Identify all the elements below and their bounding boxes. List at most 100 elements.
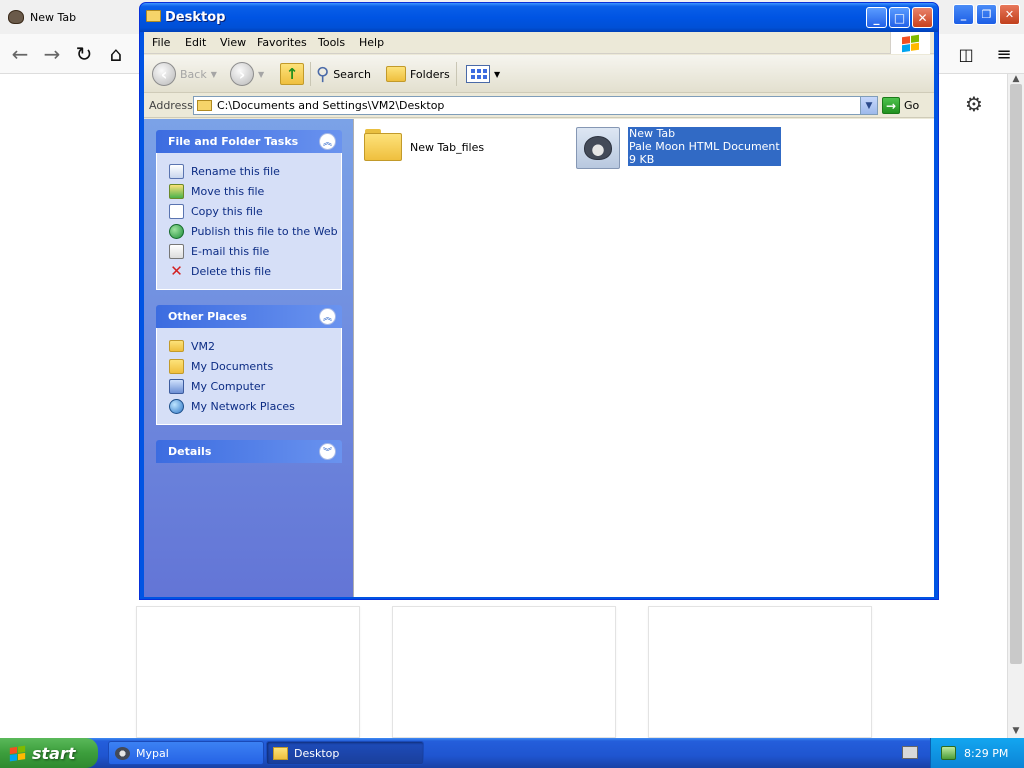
task-delete-file[interactable]: ✕ Delete this file (169, 261, 341, 281)
network-globe-icon (169, 398, 184, 414)
delete-x-icon: ✕ (170, 261, 183, 280)
file-details-selected: New Tab Pale Moon HTML Document 9 KB (628, 127, 781, 166)
browser-home-icon[interactable]: ⌂ (102, 40, 130, 68)
speed-dial-tile[interactable] (648, 606, 872, 738)
panel-header[interactable]: Other Places ︽ (156, 305, 342, 328)
panel-header[interactable]: File and Folder Tasks ︽ (156, 130, 342, 153)
task-label: Copy this file (191, 204, 263, 218)
windows-flag-icon (9, 745, 26, 761)
views-dropdown-icon: ▼ (494, 69, 501, 79)
browser-sidebar-icon[interactable]: ◫ (952, 40, 980, 68)
search-button[interactable]: ⚲ Search (316, 61, 371, 87)
back-label: Back (180, 67, 207, 81)
toolbar-separator (310, 62, 311, 86)
scroll-down-icon[interactable]: ▼ (1010, 726, 1022, 736)
panel-header[interactable]: Details ︾ (156, 440, 342, 463)
address-input[interactable]: C:\Documents and Settings\VM2\Desktop ▼ (193, 96, 878, 115)
folder-icon (364, 129, 402, 161)
explorer-title-bar[interactable]: Desktop _ □ ✕ (140, 3, 938, 32)
close-button[interactable]: ✕ (912, 7, 933, 28)
file-list-view[interactable]: New Tab_files New Tab Pale Moon HTML Doc… (353, 119, 934, 597)
taskbar-item-mypal[interactable]: Mypal (108, 741, 264, 765)
minimize-button[interactable]: _ (866, 7, 887, 28)
keyboard-language-icon[interactable] (902, 746, 918, 759)
mypal-icon (115, 746, 130, 760)
details-panel: Details ︾ (156, 440, 342, 463)
task-copy-file[interactable]: Copy this file (169, 201, 341, 221)
place-vm2[interactable]: VM2 (169, 336, 341, 356)
menu-edit[interactable]: Edit (185, 36, 206, 49)
back-button[interactable]: ‹ Back ▼ (152, 61, 217, 87)
address-dropdown-icon[interactable]: ▼ (860, 97, 877, 114)
newtab-settings-gear-icon[interactable]: ⚙ (965, 92, 983, 116)
scrollbar-thumb[interactable] (1010, 84, 1022, 664)
window-controls: _ □ ✕ (866, 7, 933, 28)
place-my-documents[interactable]: My Documents (169, 356, 341, 376)
collapse-chevron-icon[interactable]: ︽ (319, 308, 336, 325)
place-my-network-places[interactable]: My Network Places (169, 396, 341, 416)
standard-toolbar: ‹ Back ▼ › ▼ ↑ ⚲ Search Folders ▼ (144, 55, 934, 93)
forward-button[interactable]: › ▼ (230, 61, 264, 87)
expand-chevron-icon[interactable]: ︾ (319, 443, 336, 460)
folder-icon (169, 340, 184, 352)
file-item-html[interactable]: New Tab Pale Moon HTML Document 9 KB (576, 127, 781, 169)
globe-icon (169, 223, 184, 239)
move-icon (169, 183, 184, 199)
task-pane: File and Folder Tasks ︽ Rename this file… (144, 119, 353, 597)
folder-icon (146, 10, 161, 22)
menu-file[interactable]: File (152, 36, 170, 49)
speed-dial-tile[interactable] (392, 606, 616, 738)
pale-moon-html-document-icon (576, 127, 620, 169)
forward-dropdown-icon[interactable]: ▼ (258, 70, 264, 79)
browser-reload-icon[interactable]: ↻ (70, 40, 98, 68)
clock: 8:29 PM (964, 746, 1009, 760)
speed-dial-tile[interactable] (136, 606, 360, 738)
menu-tools[interactable]: Tools (318, 36, 345, 49)
file-item-folder[interactable]: New Tab_files (364, 129, 484, 161)
network-status-icon[interactable] (941, 746, 956, 760)
up-folder-button[interactable]: ↑ (280, 61, 304, 87)
browser-minimize-button[interactable]: _ (953, 4, 974, 25)
browser-forward-arrow-icon[interactable]: → (38, 40, 66, 68)
task-rename-file[interactable]: Rename this file (169, 161, 341, 181)
file-name: New Tab_files (410, 141, 485, 154)
browser-restore-button[interactable]: ❐ (976, 4, 997, 25)
views-button[interactable]: ▼ (466, 61, 500, 87)
system-tray: 8:29 PM (930, 738, 1024, 768)
place-my-computer[interactable]: My Computer (169, 376, 341, 396)
folders-button[interactable]: Folders (386, 61, 450, 87)
task-label: Rename this file (191, 164, 280, 178)
browser-tab[interactable]: New Tab (0, 0, 140, 34)
back-dropdown-icon[interactable]: ▼ (211, 70, 217, 79)
menu-help[interactable]: Help (359, 36, 384, 49)
task-publish-web[interactable]: Publish this file to the Web (169, 221, 341, 241)
panel-body: Rename this file Move this file Copy thi… (156, 153, 342, 290)
browser-menu-icon[interactable]: ≡ (990, 40, 1018, 68)
browser-close-button[interactable]: ✕ (999, 4, 1020, 25)
windows-logo-icon (890, 32, 930, 54)
menu-view[interactable]: View (220, 36, 246, 49)
search-label: Search (333, 67, 371, 81)
browser-back-arrow-icon[interactable]: ← (6, 40, 34, 68)
start-button[interactable]: start (0, 738, 98, 768)
collapse-chevron-icon[interactable]: ︽ (319, 133, 336, 150)
folder-icon (197, 100, 212, 111)
go-arrow-icon: → (882, 97, 900, 114)
scroll-up-icon[interactable]: ▲ (1010, 74, 1022, 84)
menu-favorites[interactable]: Favorites (257, 36, 307, 49)
start-label: start (32, 743, 76, 763)
maximize-button[interactable]: □ (889, 7, 910, 28)
envelope-icon (169, 243, 184, 259)
place-label: VM2 (191, 339, 216, 353)
taskbar-item-desktop[interactable]: Desktop (266, 741, 424, 765)
up-folder-icon: ↑ (280, 63, 304, 85)
file-name: New Tab (629, 127, 676, 140)
go-button[interactable]: → Go (882, 97, 919, 114)
task-label: Publish this file to the Web (191, 224, 338, 238)
panel-title: Other Places (168, 310, 247, 323)
task-email-file[interactable]: E-mail this file (169, 241, 341, 261)
task-move-file[interactable]: Move this file (169, 181, 341, 201)
browser-scrollbar[interactable]: ▲ ▼ (1007, 74, 1024, 738)
back-arrow-icon: ‹ (152, 62, 176, 86)
place-label: My Network Places (191, 399, 295, 413)
